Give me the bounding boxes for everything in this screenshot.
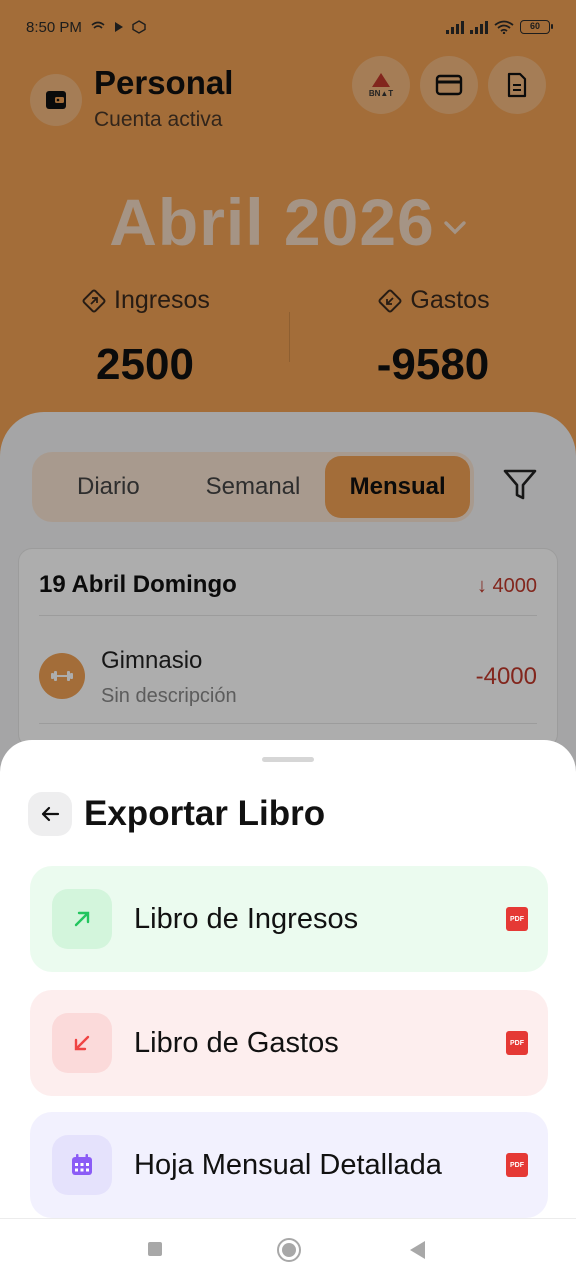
export-expense-book-option[interactable]: Libro de Gastos PDF <box>30 990 548 1096</box>
pdf-icon: PDF <box>506 1031 528 1055</box>
export-monthly-sheet-option[interactable]: Hoja Mensual Detallada PDF <box>30 1112 548 1218</box>
export-option-label: Hoja Mensual Detallada <box>134 1148 442 1181</box>
export-income-book-option[interactable]: Libro de Ingresos PDF <box>30 866 548 972</box>
pdf-icon: PDF <box>506 907 528 931</box>
expense-book-icon <box>52 1013 112 1073</box>
sheet-title: Exportar Libro <box>84 794 326 833</box>
pdf-icon: PDF <box>506 1153 528 1177</box>
back-button[interactable] <box>28 792 72 836</box>
export-option-label: Libro de Ingresos <box>134 902 359 935</box>
export-option-label: Libro de Gastos <box>134 1026 339 1059</box>
sheet-drag-handle[interactable] <box>262 757 314 762</box>
income-book-icon <box>52 889 112 949</box>
recent-apps-icon[interactable] <box>148 1242 162 1256</box>
arrow-left-icon <box>41 806 60 822</box>
home-icon[interactable] <box>277 1238 301 1262</box>
calendar-icon <box>52 1135 112 1195</box>
system-navigation-bar <box>0 1218 576 1280</box>
export-bottom-sheet: Exportar Libro Libro de Ingresos PDF Lib… <box>0 740 576 1280</box>
back-icon[interactable] <box>410 1241 425 1259</box>
